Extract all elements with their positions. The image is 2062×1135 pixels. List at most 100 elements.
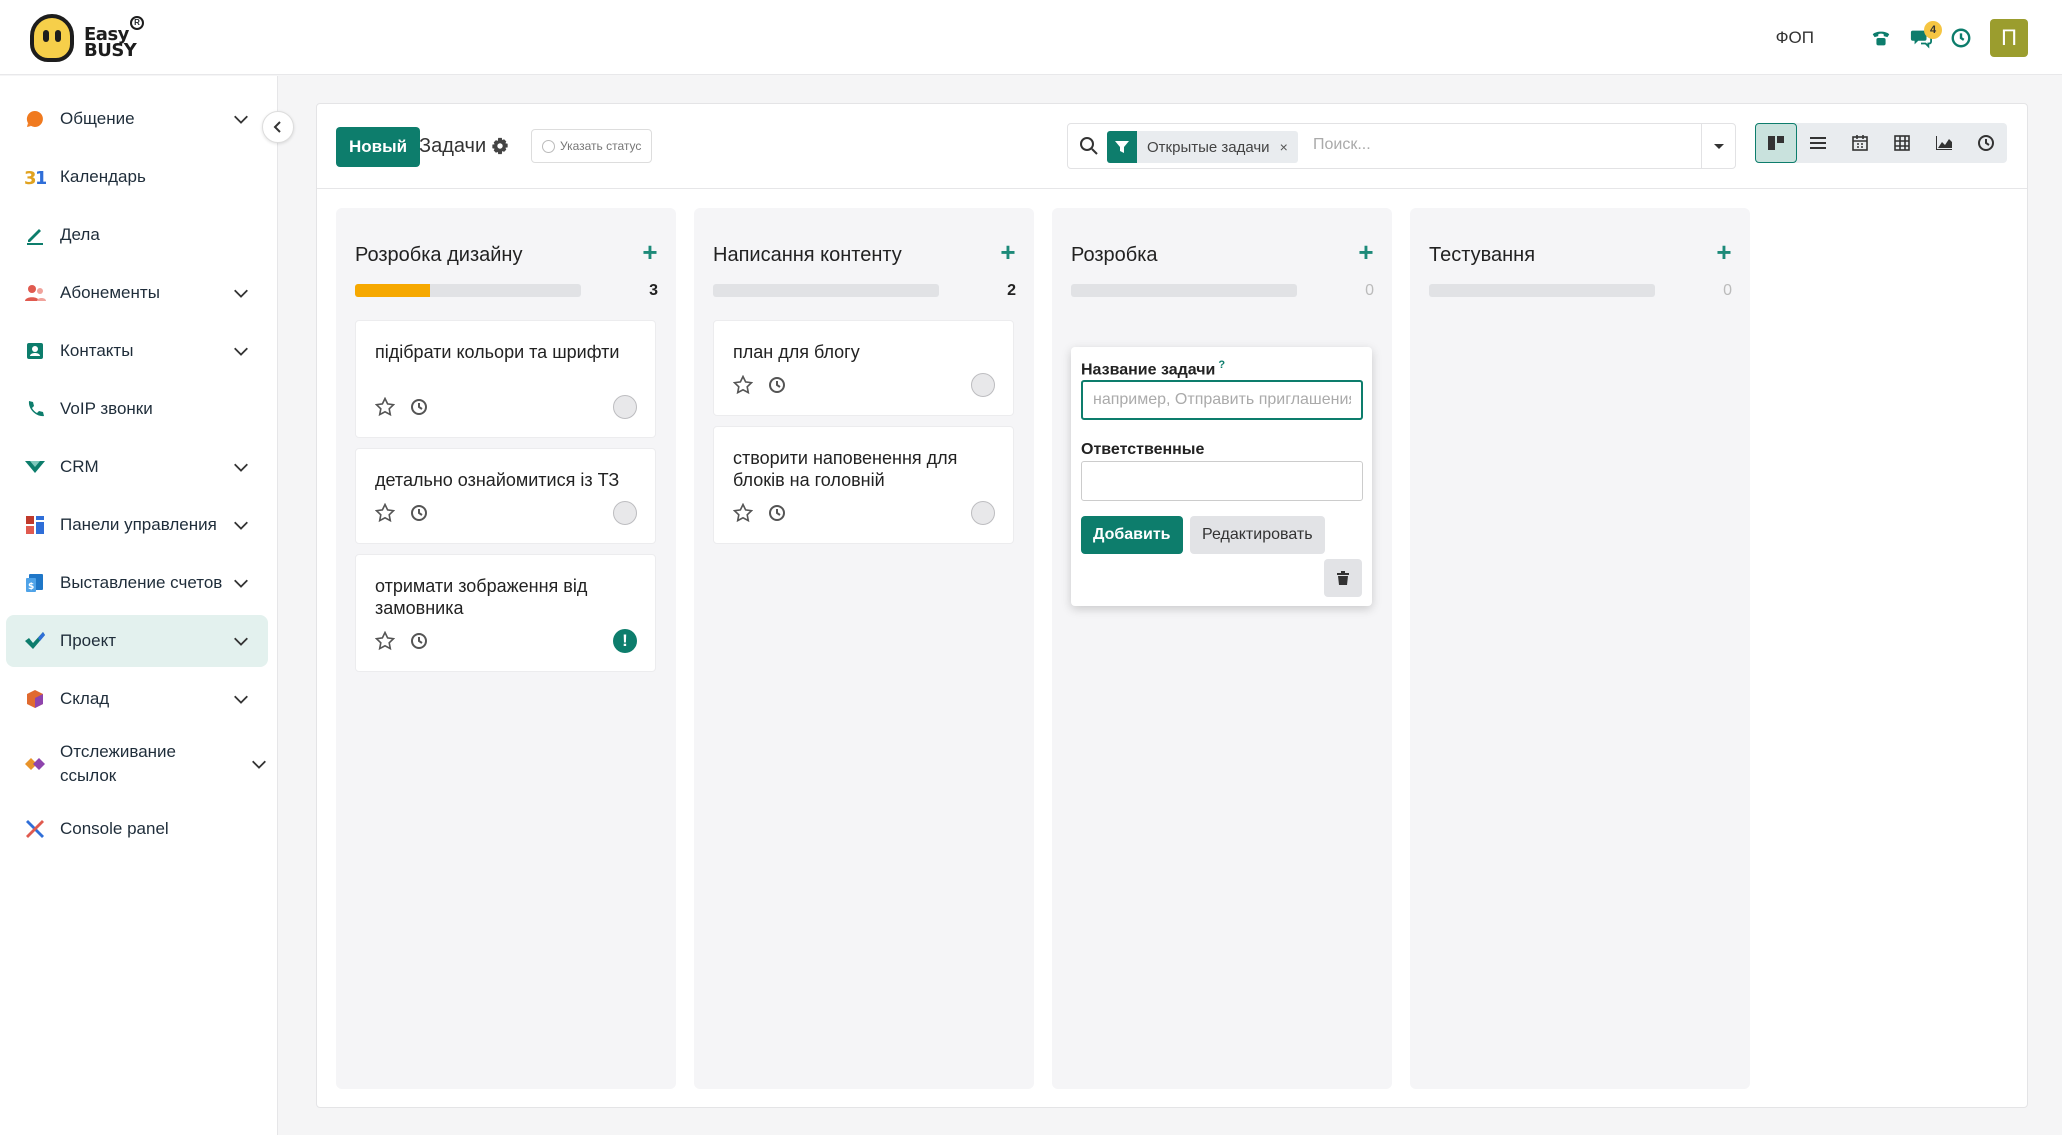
invoice-icon: $ (24, 572, 46, 594)
chat-bubble-icon (24, 108, 46, 130)
task-title: детально ознайомитися із ТЗ (375, 470, 620, 490)
phone-icon (24, 398, 46, 420)
search-icon[interactable] (1079, 136, 1099, 156)
star-icon[interactable] (375, 631, 395, 651)
column-progress-bar[interactable] (355, 284, 581, 297)
sidebar-item-contacts[interactable]: Контакты (6, 325, 268, 377)
facet-label: Открытые задачи (1147, 138, 1270, 156)
task-name-input[interactable] (1081, 380, 1363, 420)
sidebar-item-console-panel[interactable]: Console panel (6, 803, 268, 855)
kanban-state-indicator[interactable] (971, 501, 995, 525)
sidebar-item-invoicing[interactable]: $ Выставление счетов (6, 557, 268, 609)
clock-icon[interactable] (1948, 25, 1974, 51)
task-card[interactable]: отримати зображення від замовника ! (355, 554, 656, 672)
task-title: створити наповенення для блоків на голов… (733, 448, 958, 490)
column-quick-add-button[interactable]: + (1356, 239, 1376, 265)
star-icon[interactable] (375, 503, 395, 523)
chat-icon[interactable]: 4 (1908, 21, 1942, 51)
sidebar-item-calendar[interactable]: 31 Календарь (6, 151, 268, 203)
sidebar-item-activities[interactable]: Дела (6, 209, 268, 261)
clock-icon[interactable] (410, 504, 428, 522)
search-input[interactable]: Поиск... (1313, 136, 1371, 154)
chevron-down-icon (234, 115, 248, 124)
sidebar-item-label: Проект (60, 631, 116, 650)
clock-icon[interactable] (768, 504, 786, 522)
discard-button[interactable] (1324, 559, 1362, 597)
sidebar: Общение 31 Календарь Дела Абонементы Кон… (0, 76, 278, 1135)
company-switcher[interactable]: ФОП (1776, 28, 1814, 48)
task-card[interactable]: детально ознайомитися із ТЗ (355, 448, 656, 544)
phone-icon[interactable] (1868, 25, 1894, 51)
task-card[interactable]: підібрати кольори та шрифти (355, 320, 656, 438)
chevron-down-icon (234, 695, 248, 704)
sidebar-item-link-tracking[interactable]: Отслеживание ссылок (6, 731, 268, 797)
task-card[interactable]: створити наповенення для блоків на голов… (713, 426, 1014, 544)
sidebar-item-communication[interactable]: Общение (6, 93, 268, 145)
sidebar-item-inventory[interactable]: Склад (6, 673, 268, 725)
sidebar-item-project[interactable]: Проект (6, 615, 268, 667)
column-progress-bar[interactable] (713, 284, 939, 297)
column-title[interactable]: Написання контенту (713, 244, 902, 267)
set-status-button[interactable]: Указать статус (531, 129, 653, 163)
column-title[interactable]: Розробка (1071, 244, 1158, 267)
star-icon[interactable] (375, 397, 395, 417)
logo-line-2: BUSY (84, 40, 137, 61)
sidebar-item-label: Абонементы (60, 283, 160, 302)
messages-badge: 4 (1924, 21, 1942, 39)
column-count: 0 (1723, 282, 1732, 299)
star-icon[interactable] (733, 503, 753, 523)
task-title: отримати зображення від замовника (375, 576, 588, 618)
star-icon[interactable] (733, 375, 753, 395)
column-progress-bar[interactable] (1071, 284, 1297, 297)
calendar-view-button[interactable] (1839, 123, 1881, 163)
add-button[interactable]: Добавить (1081, 516, 1183, 554)
app-logo[interactable]: Easy BUSY R (30, 14, 160, 64)
sidebar-item-crm[interactable]: CRM (6, 441, 268, 493)
sidebar-item-voip[interactable]: VoIP звонки (6, 383, 268, 435)
check-icon (24, 630, 46, 652)
activity-view-button[interactable] (1965, 123, 2007, 163)
link-tracking-icon (24, 753, 46, 775)
calendar-31-icon: 31 (24, 166, 46, 188)
kanban-state-indicator[interactable] (613, 501, 637, 525)
task-title: підібрати кольори та шрифти (375, 342, 620, 362)
help-tooltip-icon[interactable]: ? (1218, 359, 1225, 371)
pivot-view-button[interactable] (1881, 123, 1923, 163)
kanban-state-alert-indicator[interactable]: ! (613, 629, 637, 653)
column-quick-add-button[interactable]: + (640, 239, 660, 265)
clock-icon[interactable] (410, 398, 428, 416)
new-button[interactable]: Новый (336, 127, 421, 167)
top-right-tools: ФОП 4 П (1776, 18, 2028, 58)
clock-icon[interactable] (768, 376, 786, 394)
chevron-down-icon (234, 463, 248, 472)
column-title[interactable]: Тестування (1429, 244, 1535, 267)
list-view-button[interactable] (1797, 123, 1839, 163)
search-facet: Открытые задачи × (1107, 131, 1298, 163)
kanban-state-indicator[interactable] (613, 395, 637, 419)
gear-icon[interactable] (491, 137, 509, 155)
crm-icon (24, 456, 46, 478)
chevron-down-icon (234, 637, 248, 646)
column-title[interactable]: Розробка дизайну (355, 244, 522, 267)
sidebar-item-dashboards[interactable]: Панели управления (6, 499, 268, 551)
search-options-toggle[interactable] (1701, 124, 1735, 168)
trash-icon (1337, 571, 1349, 585)
dashboard-icon (24, 514, 46, 536)
user-avatar[interactable]: П (1990, 19, 2028, 57)
sidebar-item-label: Панели управления (60, 515, 217, 534)
facet-remove-button[interactable]: × (1280, 131, 1298, 163)
clock-icon[interactable] (410, 632, 428, 650)
kanban-state-indicator[interactable] (971, 373, 995, 397)
graph-view-button[interactable] (1923, 123, 1965, 163)
column-quick-add-button[interactable]: + (998, 239, 1018, 265)
logo-mark-icon (30, 14, 74, 62)
sidebar-collapse-button[interactable] (262, 111, 294, 143)
task-card[interactable]: план для блогу (713, 320, 1014, 416)
chevron-down-icon (234, 347, 248, 356)
sidebar-item-subscriptions[interactable]: Абонементы (6, 267, 268, 319)
column-quick-add-button[interactable]: + (1714, 239, 1734, 265)
assignees-input[interactable] (1081, 461, 1363, 501)
edit-button[interactable]: Редактировать (1190, 516, 1325, 554)
column-progress-bar[interactable] (1429, 284, 1655, 297)
kanban-view-button[interactable] (1755, 123, 1797, 163)
